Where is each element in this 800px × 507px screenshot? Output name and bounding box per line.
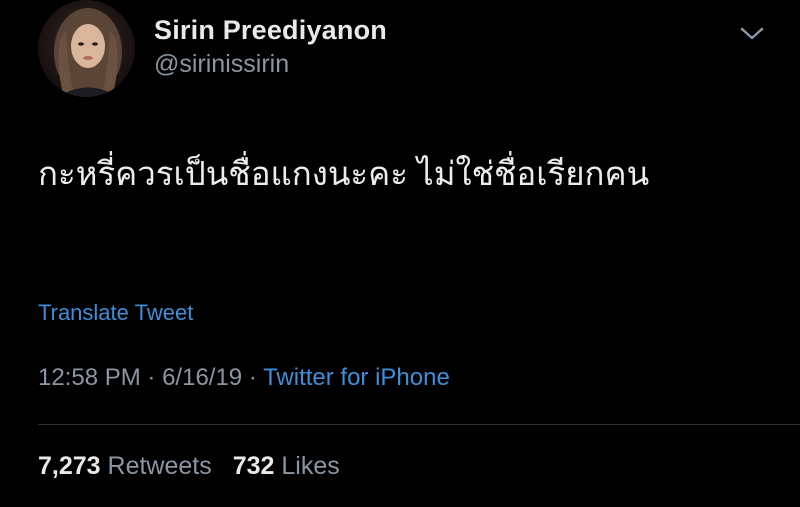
tweet-source-link[interactable]: Twitter for iPhone [263, 364, 450, 391]
author-block: Sirin Preediyanon @sirinissirin [154, 14, 387, 80]
tweet: Sirin Preediyanon @sirinissirin กะหรี่คว… [0, 0, 800, 507]
display-name[interactable]: Sirin Preediyanon [154, 14, 387, 46]
tweet-text: กะหรี่ควรเป็นชื่อแกงนะคะ ไม่ใช่ชื่อเรียก… [38, 155, 650, 192]
handle[interactable]: @sirinissirin [154, 48, 387, 80]
retweets-stat[interactable]: 7,273 Retweets [38, 452, 212, 481]
meta-separator: · [147, 364, 156, 391]
likes-label: Likes [281, 452, 340, 480]
tweet-time[interactable]: 12:58 PM [38, 364, 141, 391]
translate-tweet-link[interactable]: Translate Tweet [38, 300, 193, 326]
tweet-date[interactable]: 6/16/19 [162, 364, 242, 391]
retweets-label: Retweets [107, 452, 212, 480]
retweets-count: 7,273 [38, 452, 101, 480]
avatar-image [54, 8, 122, 97]
likes-stat[interactable]: 732 Likes [233, 452, 340, 481]
likes-count: 732 [232, 452, 275, 480]
tweet-meta: 12:58 PM · 6/16/19 · Twitter for iPhone [38, 364, 450, 392]
meta-separator: · [248, 364, 257, 391]
tweet-stats: 7,273 Retweets 732 Likes [38, 452, 354, 481]
divider [38, 424, 800, 425]
chevron-down-icon[interactable] [738, 24, 766, 44]
avatar[interactable] [38, 0, 135, 97]
